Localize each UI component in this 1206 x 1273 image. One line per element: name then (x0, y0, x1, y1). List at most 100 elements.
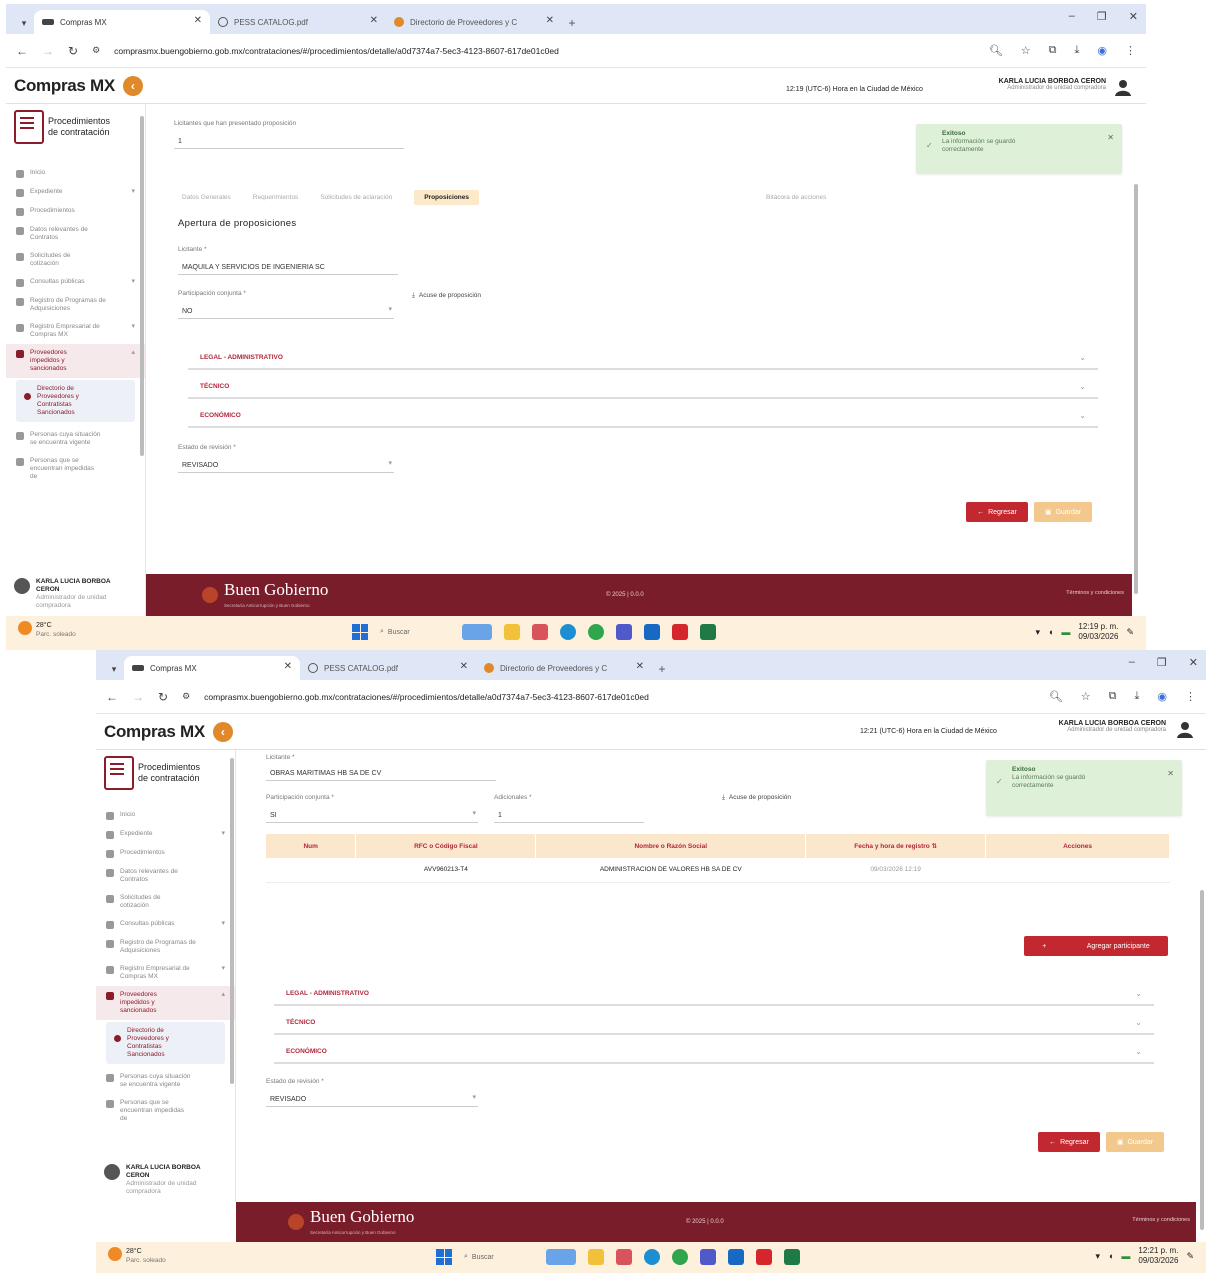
joint-participation-select[interactable]: NO ▾ (178, 304, 394, 319)
reload-icon[interactable]: ↻ (68, 44, 78, 58)
additional-participants-field[interactable]: 1 (494, 808, 644, 823)
sidebar-item-inicio[interactable]: Inicio (96, 806, 235, 825)
sidebar-user[interactable]: KARLA LUCIA BORBOA CERON Administrador de… (104, 1164, 222, 1196)
bookmark-star-icon[interactable]: ☆ (1081, 690, 1091, 703)
col-rfc[interactable]: RFC o Código Fiscal (355, 834, 537, 858)
url-field[interactable]: comprasmx.buengobierno.gob.mx/contrataci… (204, 692, 1035, 702)
sidebar-scrollbar[interactable] (230, 758, 234, 1084)
sidebar-item-programas[interactable]: Registro de Programas de Adquisiciones (96, 934, 235, 960)
sidebar-item-sancionados[interactable]: Proveedores impedidos y sancionados ▴ (96, 986, 235, 1020)
add-participant-button[interactable]: + Agregar participante (1024, 936, 1168, 956)
col-date[interactable]: Fecha y hora de registro ⇅ (805, 834, 987, 858)
close-tab-icon[interactable]: ✕ (370, 15, 378, 26)
sidebar-scrollbar[interactable] (140, 116, 144, 456)
close-tab-icon[interactable]: ✕ (546, 15, 554, 26)
tab-datos-generales[interactable]: Datos Generales (182, 194, 231, 201)
edge-browser-icon[interactable] (644, 1249, 660, 1265)
extensions-icon[interactable]: ⧉ (1049, 44, 1057, 57)
sidebar-item-registro[interactable]: Registro Empresarial de Compras MX ▾ (96, 960, 235, 986)
wifi-icon[interactable]: ▾ (1095, 1251, 1100, 1262)
col-num[interactable]: Num (266, 834, 357, 858)
browser-tab-directorio[interactable]: Directorio de Proveedores y C ✕ (476, 656, 652, 680)
taskbar-clock[interactable]: 12:21 p. m. 09/03/2026 (1138, 1246, 1178, 1266)
chrome-browser-icon[interactable] (672, 1249, 688, 1265)
back-button[interactable]: ← Regresar (1038, 1132, 1100, 1152)
sidebar-item-cotizacion[interactable]: Solicitudes de cotización (96, 889, 235, 915)
battery-icon[interactable]: ▬ (1121, 1251, 1130, 1261)
close-window-icon[interactable]: ✕ (1129, 10, 1138, 23)
menu-icon[interactable]: ⋮ (1125, 44, 1136, 57)
extensions-icon[interactable]: ⧉ (1109, 690, 1117, 703)
site-settings-icon[interactable]: ⚙ (182, 691, 190, 702)
user-avatar-icon[interactable] (1114, 78, 1132, 96)
acrobat-app-icon[interactable] (756, 1249, 772, 1265)
user-info[interactable]: KARLA LUCIA BORBOA CERON Administrador d… (1059, 720, 1166, 733)
maximize-icon[interactable]: ❐ (1157, 656, 1167, 669)
new-tab-button[interactable]: + (562, 12, 582, 34)
tab-bitacora[interactable]: Bitácora de acciones (766, 194, 826, 201)
volume-icon[interactable]: ◖ (1108, 1251, 1113, 1261)
sidebar-item-consultas[interactable]: Consultas públicas ▾ (6, 273, 145, 292)
compras-mx-logo[interactable]: Compras MX (104, 722, 205, 742)
minimize-icon[interactable]: – (1129, 656, 1135, 669)
copilot-app-icon[interactable] (462, 624, 492, 640)
save-button[interactable]: ▣ Guardar (1034, 502, 1092, 522)
close-tab-icon[interactable]: ✕ (636, 661, 644, 672)
windows-start-icon[interactable] (436, 1249, 452, 1265)
close-toast-icon[interactable]: ✕ (1107, 134, 1114, 142)
tab-search-icon[interactable]: ▾ (104, 658, 124, 680)
compras-mx-logo[interactable]: Compras MX (14, 76, 115, 96)
accordion-legal[interactable]: LEGAL - ADMINISTRATIVO ⌄ (274, 982, 1154, 1006)
tab-aclaracion[interactable]: Solicitudes de aclaración (320, 194, 392, 201)
maximize-icon[interactable]: ❐ (1097, 10, 1107, 23)
url-field[interactable]: comprasmx.buengobierno.gob.mx/contrataci… (114, 46, 975, 56)
photos-app-icon[interactable] (532, 624, 548, 640)
terms-link[interactable]: Términos y condiciones (1066, 590, 1124, 596)
sidebar-item-expediente[interactable]: Expediente ▾ (6, 183, 145, 202)
taskbar-clock[interactable]: 12:19 p. m. 09/03/2026 (1078, 622, 1118, 642)
profile-icon[interactable]: ◉ (1157, 690, 1167, 703)
accordion-tecnico[interactable]: TÉCNICO ⌄ (188, 375, 1098, 399)
teams-app-icon[interactable] (700, 1249, 716, 1265)
sidebar-item-vigente[interactable]: Personas cuya situación se encuentra vig… (6, 426, 145, 452)
notification-icon[interactable]: ✎ (1186, 1251, 1194, 1262)
sidebar-item-procedimientos[interactable]: Procedimientos (96, 844, 235, 863)
accordion-tecnico[interactable]: TÉCNICO ⌄ (274, 1011, 1154, 1035)
tab-proposiciones[interactable]: Proposiciones (414, 190, 480, 205)
accordion-legal[interactable]: LEGAL - ADMINISTRATIVO ⌄ (188, 346, 1098, 370)
close-tab-icon[interactable]: ✕ (284, 661, 292, 672)
chrome-browser-icon[interactable] (588, 624, 604, 640)
windows-start-icon[interactable] (352, 624, 368, 640)
site-settings-icon[interactable]: ⚙ (92, 45, 100, 56)
excel-app-icon[interactable] (700, 624, 716, 640)
close-window-icon[interactable]: ✕ (1189, 656, 1198, 669)
menu-icon[interactable]: ⋮ (1185, 690, 1196, 703)
download-icon[interactable]: ⤓ (1135, 690, 1140, 703)
acrobat-app-icon[interactable] (672, 624, 688, 640)
joint-participation-select[interactable]: SI ▾ (266, 808, 478, 823)
sidebar-item-impedidas[interactable]: Personas que se encuentran impedidas de (96, 1094, 235, 1128)
user-avatar-icon[interactable] (1176, 720, 1194, 738)
file-explorer-icon[interactable] (504, 624, 520, 640)
copilot-app-icon[interactable] (546, 1249, 576, 1265)
profile-icon[interactable]: ◉ (1097, 44, 1107, 57)
review-status-select[interactable]: REVISADO ▾ (178, 458, 394, 473)
sidebar-item-impedidas[interactable]: Personas que se encuentran impedidas de (6, 452, 145, 486)
tab-search-icon[interactable]: ▾ (14, 12, 34, 34)
outlook-app-icon[interactable] (728, 1249, 744, 1265)
sidebar-item-registro[interactable]: Registro Empresarial de Compras MX ▾ (6, 318, 145, 344)
sidebar-subitem-directorio[interactable]: Directorio de Proveedores y Contratistas… (106, 1022, 225, 1064)
reload-icon[interactable]: ↻ (158, 690, 168, 704)
terms-link[interactable]: Términos y condiciones (1132, 1217, 1190, 1223)
sidebar-user[interactable]: KARLA LUCIA BORBOA CERON Administrador de… (14, 578, 132, 610)
collapse-menu-icon[interactable]: ‹ (212, 721, 233, 742)
sidebar-item-inicio[interactable]: Inicio (6, 164, 145, 183)
sidebar-item-sancionados[interactable]: Proveedores impedidos y sancionados ▴ (6, 344, 145, 378)
zoom-icon[interactable]: 🔍︎ (989, 44, 1003, 57)
photos-app-icon[interactable] (616, 1249, 632, 1265)
browser-tab-directorio[interactable]: Directorio de Proveedores y C ✕ (386, 10, 562, 34)
teams-app-icon[interactable] (616, 624, 632, 640)
new-tab-button[interactable]: + (652, 658, 672, 680)
bookmark-star-icon[interactable]: ☆ (1021, 44, 1031, 57)
col-name[interactable]: Nombre o Razón Social (535, 834, 807, 858)
